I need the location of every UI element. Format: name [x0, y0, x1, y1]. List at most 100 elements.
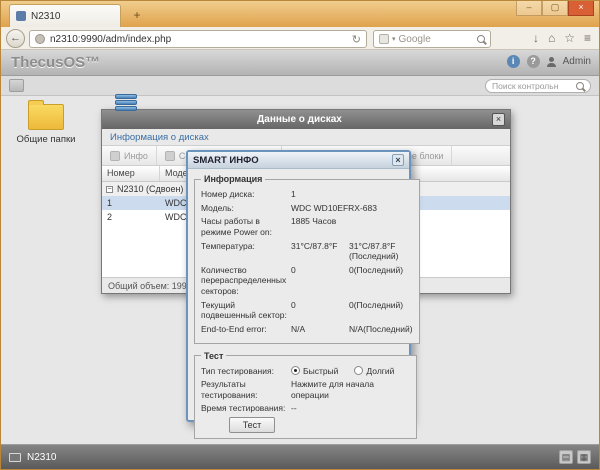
info-icon[interactable]: i — [507, 55, 520, 68]
header-actions: i ? Admin — [507, 55, 591, 68]
row-label: Модель: — [201, 203, 291, 214]
search-icon[interactable] — [477, 35, 485, 43]
home-icon[interactable]: ⌂ — [548, 29, 555, 47]
url-text: n2310:9990/adm/index.php — [50, 34, 347, 45]
menu-icon[interactable]: ≡ — [584, 29, 591, 47]
show-desktop-icon[interactable]: ▦ — [577, 450, 591, 464]
device-monitor-icon — [9, 453, 21, 462]
control-search-placeholder: Поиск контрольн — [492, 81, 572, 91]
radio-option-fast[interactable]: Быстрый — [291, 366, 338, 377]
radio-long-icon[interactable] — [354, 366, 363, 375]
test-time-row: Время тестирования: -- — [201, 403, 410, 414]
bookmark-star-icon[interactable]: ☆ — [564, 29, 575, 47]
disk-number: 2 — [102, 212, 160, 222]
radio-fast-icon[interactable] — [291, 366, 300, 375]
test-type-label: Тип тестирования: — [201, 366, 291, 377]
test-button[interactable]: Тест — [229, 417, 275, 433]
control-search-input[interactable]: Поиск контрольн — [485, 79, 591, 93]
row-label: Количество перераспределенных секторов: — [201, 265, 291, 297]
reload-icon[interactable]: ↻ — [352, 33, 361, 46]
disk-window-close-icon[interactable]: × — [492, 113, 505, 126]
user-icon — [547, 57, 556, 67]
disk-stack-icon[interactable] — [115, 94, 137, 112]
smart-row: Номер диска: 1 — [201, 189, 413, 200]
test-time-value: -- — [291, 403, 410, 414]
test-results-value: Нажмите для начала операции — [291, 379, 410, 400]
tab-favicon-icon — [16, 11, 26, 21]
tab-title: N2310 — [31, 11, 60, 22]
device-name: N2310 — [27, 452, 56, 463]
test-section-legend: Тест — [201, 351, 226, 361]
radio-fast-label: Быстрый — [303, 366, 338, 377]
column-number[interactable]: Номер — [102, 166, 160, 181]
smart-dialog-body: Информация Номер диска: 1 Модель: WDC WD… — [188, 169, 409, 439]
info-tool-icon — [110, 151, 120, 161]
window-list-icon[interactable]: ▤ — [559, 450, 573, 464]
smart-test-section: Тест Тип тестирования: Быстрый Долгий Ре… — [194, 351, 417, 440]
row-value: 0 — [291, 265, 349, 297]
row-label: Часы работы в режиме Power on: — [201, 216, 291, 237]
row-value: 1 — [291, 189, 349, 200]
row-label: Текущий подвешенный сектор: — [201, 300, 291, 321]
disk-layer-icon — [115, 94, 137, 99]
control-search-icon — [576, 82, 584, 90]
radio-option-long[interactable]: Долгий — [354, 366, 394, 377]
smart-dialog-titlebar[interactable]: SMART ИНФО × — [188, 152, 409, 169]
folder-icon — [28, 104, 64, 130]
browser-window: N2310 + – ▢ × ← n2310:9990/adm/index.php… — [0, 0, 600, 470]
downloads-icon[interactable]: ↓ — [533, 29, 539, 47]
browser-tab[interactable]: N2310 — [9, 4, 121, 27]
app-logo: ThecusOS™ — [11, 54, 100, 71]
smart-row: Количество перераспределенных секторов: … — [201, 265, 413, 297]
row-last-value: 0(Последний) — [349, 265, 413, 297]
smart-row: Температура: 31°C/87.8°F 31°C/87.8°F (По… — [201, 241, 413, 262]
desktop-icon-shared-folders[interactable]: Общие папки — [11, 104, 81, 145]
smart-row: End-to-End error: N/A N/A(Последний) — [201, 324, 413, 335]
row-last-value: 0(Последний) — [349, 300, 413, 321]
row-last-value: N/A(Последний) — [349, 324, 413, 335]
url-bar[interactable]: n2310:9990/adm/index.php ↻ — [29, 30, 367, 48]
back-button[interactable]: ← — [6, 29, 25, 48]
close-window-button[interactable]: × — [568, 1, 594, 16]
smart-row: Часы работы в режиме Power on: 1885 Часо… — [201, 216, 413, 237]
group-label: N2310 (Сдвоен) — [117, 184, 183, 194]
browser-titlebar: N2310 + – ▢ × — [1, 1, 599, 27]
toolbar-icons: ↓ ⌂ ☆ ≡ — [533, 29, 591, 47]
row-value: N/A — [291, 324, 349, 335]
maintenance-tool-icon — [165, 151, 175, 161]
row-value: WDC WD10EFRX-683 — [291, 203, 413, 214]
search-engine-icon[interactable] — [379, 34, 389, 44]
row-last-value — [349, 216, 413, 237]
row-last-value — [349, 189, 413, 200]
help-icon[interactable]: ? — [527, 55, 540, 68]
disk-info-tab[interactable]: Информация о дисках — [102, 129, 510, 146]
row-last-value: 31°C/87.8°F (Последний) — [349, 241, 413, 262]
minimize-button[interactable]: – — [516, 1, 542, 16]
row-value: 31°C/87.8°F — [291, 241, 349, 262]
row-label: Номер диска: — [201, 189, 291, 200]
smart-dialog-close-icon[interactable]: × — [392, 154, 404, 166]
search-bar[interactable]: ▾ Google — [373, 30, 491, 48]
window-controls: – ▢ × — [516, 1, 594, 16]
disk-layer-icon — [115, 100, 137, 105]
smart-row: Модель: WDC WD10EFRX-683 — [201, 203, 413, 214]
user-menu[interactable]: Admin — [563, 56, 591, 67]
radio-long-label: Долгий — [366, 366, 394, 377]
maximize-button[interactable]: ▢ — [542, 1, 568, 16]
os-statusbar: N2310 ▤ ▦ — [1, 444, 599, 469]
smart-row: Текущий подвешенный сектор: 0 0(Последни… — [201, 300, 413, 321]
test-results-label: Результаты тестирования: — [201, 379, 291, 400]
statusbar-icons: ▤ ▦ — [559, 450, 591, 464]
row-value: 1885 Часов — [291, 216, 349, 237]
disk-window-titlebar[interactable]: Данные о дисках × — [102, 110, 510, 129]
new-tab-button[interactable]: + — [127, 7, 147, 24]
test-time-label: Время тестирования: — [201, 403, 291, 414]
engine-dropdown-icon[interactable]: ▾ — [392, 35, 396, 43]
toolbar-info-button[interactable]: Инфо — [102, 146, 157, 165]
desktop-icon-label: Общие папки — [11, 134, 81, 145]
smart-info-dialog: SMART ИНФО × Информация Номер диска: 1 М… — [186, 150, 411, 422]
collapse-icon[interactable]: − — [106, 186, 113, 193]
disk-number: 1 — [102, 198, 160, 208]
site-identity-icon — [35, 34, 45, 44]
app-menu-icon[interactable] — [9, 79, 24, 92]
